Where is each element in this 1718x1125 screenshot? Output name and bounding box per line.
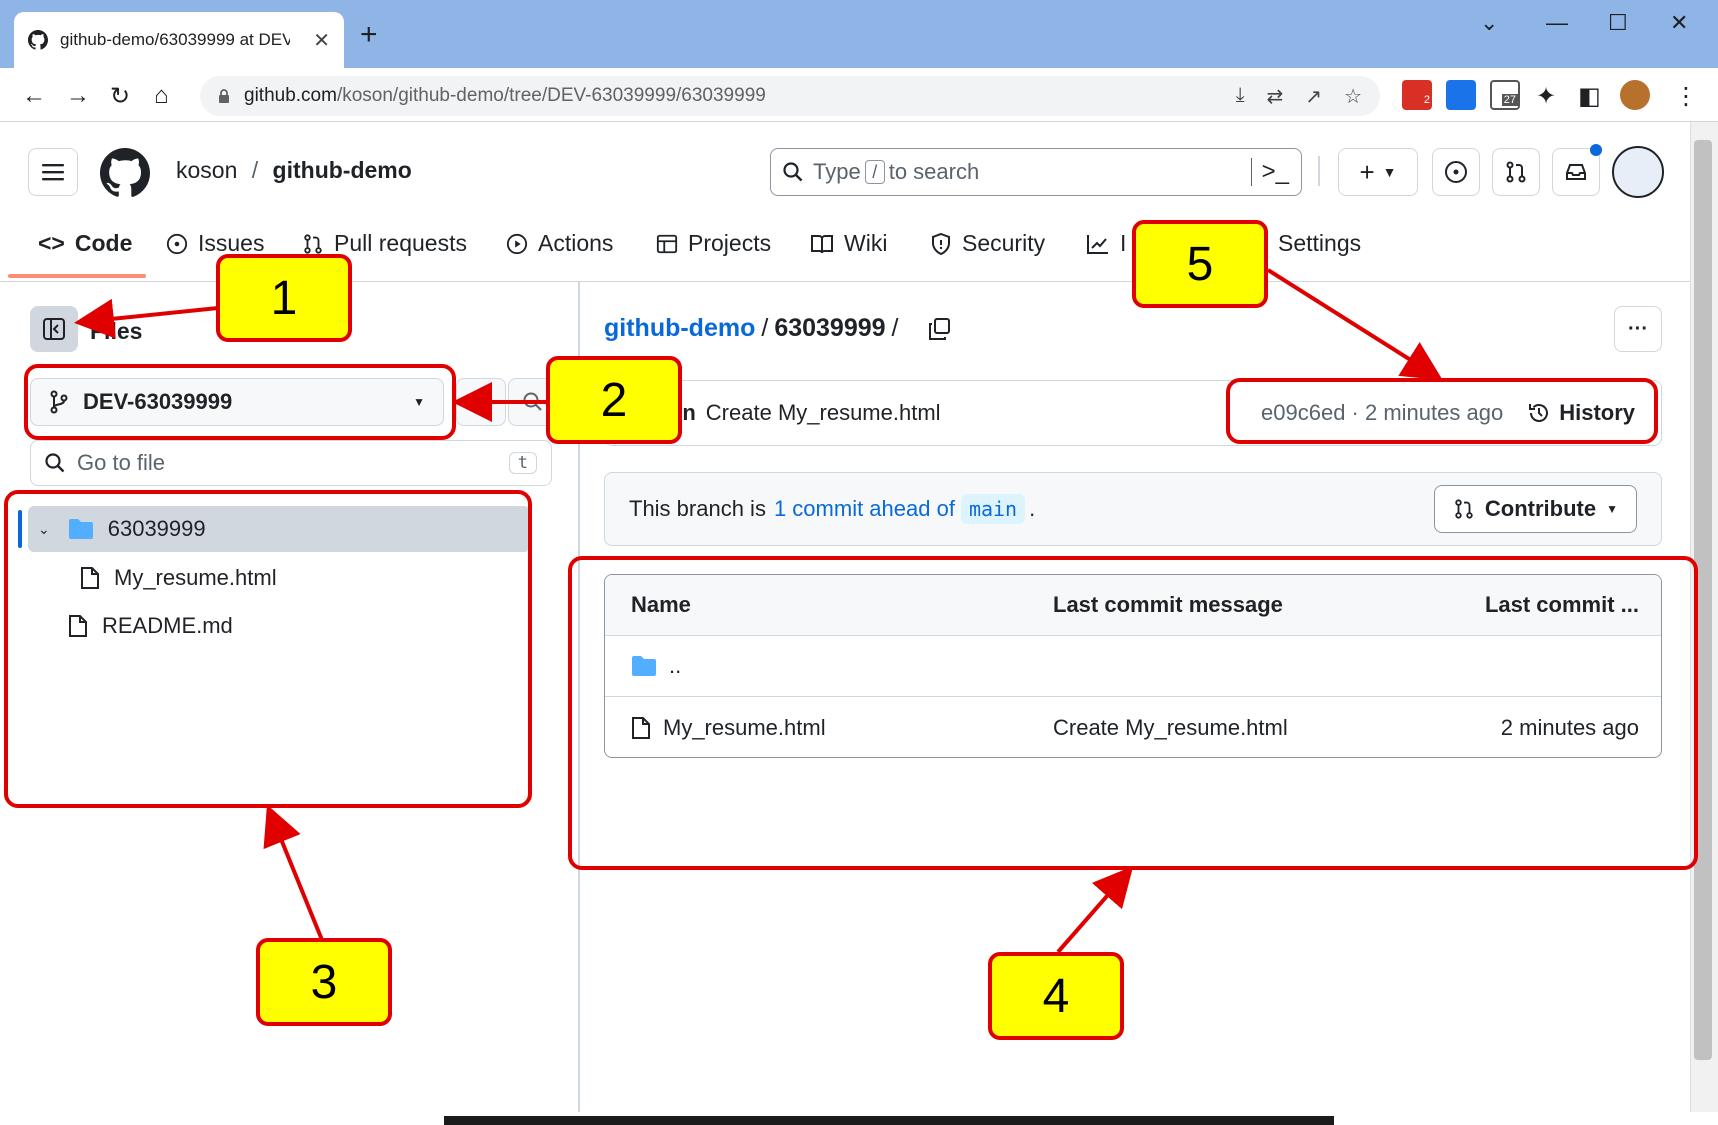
callout-5: 5 [1132,220,1268,308]
callout-1: 1 [216,254,352,342]
callout-4: 4 [988,952,1124,1040]
callout-2: 2 [546,356,682,444]
callout-3: 3 [256,938,392,1026]
